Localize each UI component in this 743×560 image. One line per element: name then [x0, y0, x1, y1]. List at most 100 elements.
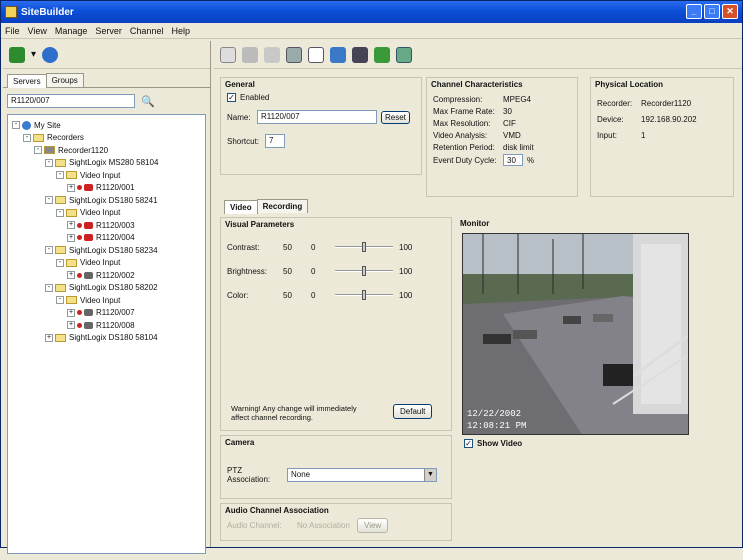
tree-node[interactable]: + R1120/008: [12, 319, 201, 332]
collapse-icon[interactable]: -: [56, 296, 64, 305]
tab-video[interactable]: Video: [224, 200, 258, 214]
tab-recording[interactable]: Recording: [256, 199, 309, 213]
tree-node[interactable]: - SightLogix DS180 58202: [12, 282, 201, 295]
close-button[interactable]: ✕: [722, 4, 738, 19]
filter-icon[interactable]: [308, 46, 324, 63]
collapse-icon[interactable]: -: [56, 258, 64, 267]
tree-node-label: Recorder1120: [58, 145, 109, 155]
tree-node[interactable]: + SightLogix DS180 58104: [12, 332, 201, 345]
add-server-icon[interactable]: [9, 46, 25, 63]
menu-view[interactable]: View: [28, 26, 47, 36]
tree-node[interactable]: - Video Input: [12, 294, 201, 307]
camera-icon: [84, 184, 93, 192]
dropdown-arrow-icon[interactable]: ▾: [31, 49, 36, 60]
tree-node[interactable]: + R1120/003: [12, 219, 201, 232]
tree-node[interactable]: - SightLogix DS180 58241: [12, 194, 201, 207]
menu-file[interactable]: File: [5, 26, 20, 36]
collapse-icon[interactable]: -: [12, 121, 20, 130]
tab-groups[interactable]: Groups: [45, 73, 84, 87]
menu-channel[interactable]: Channel: [130, 26, 164, 36]
tree-node[interactable]: - SightLogix MS280 58104: [12, 157, 201, 170]
reset-button[interactable]: Reset: [381, 110, 410, 124]
show-video-label: Show Video: [477, 438, 523, 448]
slider-thumb[interactable]: [362, 266, 366, 276]
chevron-down-icon[interactable]: ▼: [424, 469, 436, 481]
tree-node[interactable]: - SightLogix DS180 58234: [12, 244, 201, 257]
tree-node[interactable]: - Video Input: [12, 257, 201, 270]
eraser-icon[interactable]: [264, 46, 280, 63]
collapse-icon[interactable]: -: [45, 196, 53, 205]
slider-max: 100: [399, 266, 413, 276]
globe-icon[interactable]: [42, 46, 59, 63]
collapse-icon[interactable]: -: [23, 133, 31, 142]
search-icon[interactable]: 🔍: [141, 95, 155, 108]
tree-node-label: SightLogix MS280 58104: [69, 158, 159, 168]
expand-icon[interactable]: +: [67, 271, 75, 280]
tree-node[interactable]: - Video Input: [12, 169, 201, 182]
tree-node-label: Video Input: [80, 295, 121, 305]
channel-row: Video Analysis: VMD: [433, 129, 577, 141]
channel-value: 30: [503, 106, 512, 116]
name-field[interactable]: R1120/007: [257, 110, 377, 124]
collapse-icon[interactable]: -: [45, 283, 53, 292]
tree-node[interactable]: - Video Input: [12, 207, 201, 220]
menu-help[interactable]: Help: [171, 26, 190, 36]
slider-thumb[interactable]: [362, 290, 366, 300]
tree-node[interactable]: - My Site: [12, 119, 201, 132]
window-icon[interactable]: [286, 46, 302, 63]
audio-group: Audio Channel Association Audio Channel:…: [220, 503, 452, 541]
image-icon[interactable]: [374, 46, 390, 63]
menu-server[interactable]: Server: [95, 26, 122, 36]
tree-node[interactable]: + R1120/001: [12, 182, 201, 195]
show-video-checkbox[interactable]: ✓: [464, 438, 473, 448]
menu-manage[interactable]: Manage: [55, 26, 88, 36]
tree-node[interactable]: - Recorders: [12, 132, 201, 145]
slider-thumb[interactable]: [362, 242, 366, 252]
camera-icon: [84, 309, 93, 317]
collapse-icon[interactable]: -: [56, 208, 64, 217]
minimize-button[interactable]: _: [686, 4, 702, 19]
default-button[interactable]: Default: [393, 404, 433, 419]
camera-group: Camera PTZ Association: None ▼: [220, 435, 452, 499]
status-dot-icon: [77, 322, 82, 328]
parameter-slider[interactable]: [335, 290, 393, 300]
slider-label: Brightness:: [227, 266, 268, 276]
duty-field[interactable]: 30: [503, 154, 523, 166]
slider-value-field[interactable]: 50: [283, 243, 311, 252]
collapse-icon[interactable]: -: [45, 246, 53, 255]
cursor-icon[interactable]: [220, 46, 236, 63]
collapse-icon[interactable]: -: [45, 158, 53, 167]
tree-node[interactable]: - Recorder1120: [12, 144, 201, 157]
warning-text: Warning! Any change will immediately aff…: [231, 404, 357, 422]
maximize-button[interactable]: □: [704, 4, 720, 19]
parameter-slider[interactable]: [335, 266, 393, 276]
video-monitor[interactable]: 12/22/2002 12:08:21 PM: [462, 233, 689, 435]
tab-servers[interactable]: Servers: [7, 74, 47, 88]
shortcut-field[interactable]: 7: [265, 134, 285, 148]
expand-icon[interactable]: +: [67, 233, 75, 242]
camera-icon[interactable]: [352, 46, 368, 63]
collapse-icon[interactable]: -: [56, 171, 64, 180]
ptz-select[interactable]: None ▼: [287, 468, 437, 482]
audio-view-button[interactable]: View: [357, 517, 389, 533]
expand-icon[interactable]: +: [67, 221, 75, 230]
expand-icon[interactable]: +: [67, 308, 75, 317]
monitor-icon[interactable]: [330, 46, 346, 63]
enabled-checkbox[interactable]: ✓: [227, 92, 236, 102]
expand-icon[interactable]: +: [45, 333, 53, 342]
slider-value-field[interactable]: 50: [283, 267, 311, 276]
grid-icon[interactable]: [396, 46, 412, 63]
wand-icon[interactable]: [242, 46, 258, 63]
folder-icon: [55, 333, 66, 342]
collapse-icon[interactable]: -: [34, 146, 42, 155]
search-input[interactable]: R1120/007: [7, 94, 135, 108]
tree-node[interactable]: + R1120/007: [12, 307, 201, 320]
physical-value: Recorder1120: [641, 98, 692, 108]
expand-icon[interactable]: +: [67, 321, 75, 330]
tree-node[interactable]: + R1120/002: [12, 269, 201, 282]
tree-node[interactable]: + R1120/004: [12, 232, 201, 245]
parameter-slider[interactable]: [335, 242, 393, 252]
slider-value-field[interactable]: 50: [283, 291, 311, 300]
expand-icon[interactable]: +: [67, 183, 75, 192]
monitor-title: Monitor: [460, 219, 490, 228]
